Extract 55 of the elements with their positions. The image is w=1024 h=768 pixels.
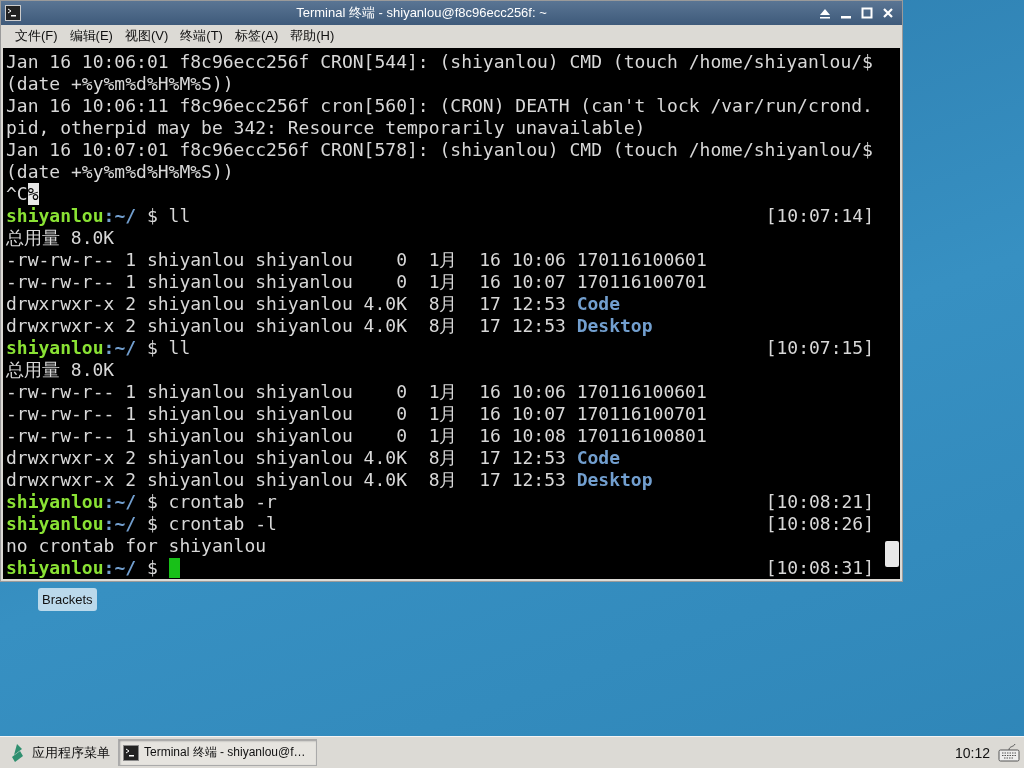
prompt-path: :~/ (103, 205, 137, 227)
window-title: Terminal 终端 - shiyanlou@f8c96ecc256f: ~ (295, 3, 548, 22)
prompt-user: shiyanlou (6, 513, 104, 535)
menu-item[interactable]: 视图(V) (118, 25, 175, 48)
terminal-text: -rw-rw-r-- 1 shiyanlou shiyanlou 0 1月 16 10:07 170116100701 (6, 271, 707, 293)
terminal-text: $ ll (145, 337, 191, 359)
menu-item[interactable]: 编辑(E) (63, 25, 119, 48)
terminal-text: -rw-rw-r-- 1 shiyanlou shiyanlou 0 1月 16 10:06 170116100601 (6, 381, 707, 403)
timestamp: [10:08:31] (765, 557, 874, 579)
terminal-text: drwxrwxr-x 2 shiyanlou shiyanlou 4.0K 8月 17 12:53 (6, 447, 567, 469)
prompt-path: :~/ (103, 513, 137, 535)
menu-item[interactable]: 终端(T) (174, 25, 229, 48)
terminal-text: (date +%y%m%d%H%M%S)) (6, 73, 234, 95)
prompt-path: :~/ (103, 557, 137, 579)
terminal-text: drwxrwxr-x 2 shiyanlou shiyanlou 4.0K 8月 17 12:53 (6, 293, 567, 315)
directory-name: Desktop (576, 469, 653, 491)
timestamp: [10:08:21] (765, 491, 874, 513)
directory-name: Code (576, 447, 621, 469)
timestamp: [10:07:14] (765, 205, 874, 227)
terminal-text: -rw-rw-r-- 1 shiyanlou shiyanlou 0 1月 16 10:06 170116100601 (6, 249, 707, 271)
terminal-text: Jan 16 10:06:01 f8c96ecc256f CRON[544]: (shiyanlou) CMD (touch /home/shiyanlou/$ (6, 51, 873, 73)
terminal-text: $ crontab -r (145, 491, 277, 513)
highlighted-text: % (27, 183, 39, 205)
terminal-text: ^C (6, 183, 28, 205)
terminal-text: drwxrwxr-x 2 shiyanlou shiyanlou 4.0K 8月 17 12:53 (6, 315, 567, 337)
terminal-text: pid, otherpid may be 342: Resource temporarily unavailable) (6, 117, 646, 139)
terminal-text: no crontab for shiyanlou (6, 535, 267, 557)
timestamp: [10:07:15] (765, 337, 874, 359)
prompt-user: shiyanlou (6, 491, 104, 513)
menu-item[interactable]: 文件(F) (9, 25, 64, 48)
prompt-user: shiyanlou (6, 205, 104, 227)
clock: 10:12 (954, 744, 990, 761)
terminal-text: drwxrwxr-x 2 shiyanlou shiyanlou 4.0K 8月 17 12:53 (6, 469, 567, 491)
terminal-text: -rw-rw-r-- 1 shiyanlou shiyanlou 0 1月 16 10:08 170116100801 (6, 425, 707, 447)
prompt-user: shiyanlou (6, 337, 104, 359)
terminal-text: (date +%y%m%d%H%M%S)) (6, 161, 234, 183)
prompt-path: :~/ (103, 491, 137, 513)
terminal-text: 总用量 8.0K (6, 227, 115, 249)
directory-name: Code (576, 293, 621, 315)
timestamp: [10:08:26] (765, 513, 874, 535)
menu-item[interactable]: 标签(A) (228, 25, 285, 48)
prompt-user: shiyanlou (6, 557, 104, 579)
terminal-text: Jan 16 10:06:11 f8c96ecc256f cron[560]: (CRON) DEATH (can't lock /var/run/crond. (6, 95, 873, 117)
prompt-path: :~/ (103, 337, 137, 359)
terminal-text: 总用量 8.0K (6, 359, 115, 381)
directory-name: Desktop (576, 315, 653, 337)
terminal-text: $ (145, 557, 159, 579)
terminal-text: $ crontab -l (145, 513, 277, 535)
terminal-text: Jan 16 10:07:01 f8c96ecc256f CRON[578]: (shiyanlou) CMD (touch /home/shiyanlou/$ (6, 139, 873, 161)
taskbar-button[interactable]: Terminal 终端 - shiyanlou@f… (118, 739, 317, 766)
menu-item[interactable]: 帮助(H) (284, 25, 341, 48)
applications-menu-button[interactable]: 应用程序菜单 (0, 742, 118, 763)
desktop-icon-label[interactable]: Brackets (38, 588, 97, 611)
terminal-text: $ ll (145, 205, 191, 227)
terminal-text: -rw-rw-r-- 1 shiyanlou shiyanlou 0 1月 16 10:07 170116100701 (6, 403, 707, 425)
